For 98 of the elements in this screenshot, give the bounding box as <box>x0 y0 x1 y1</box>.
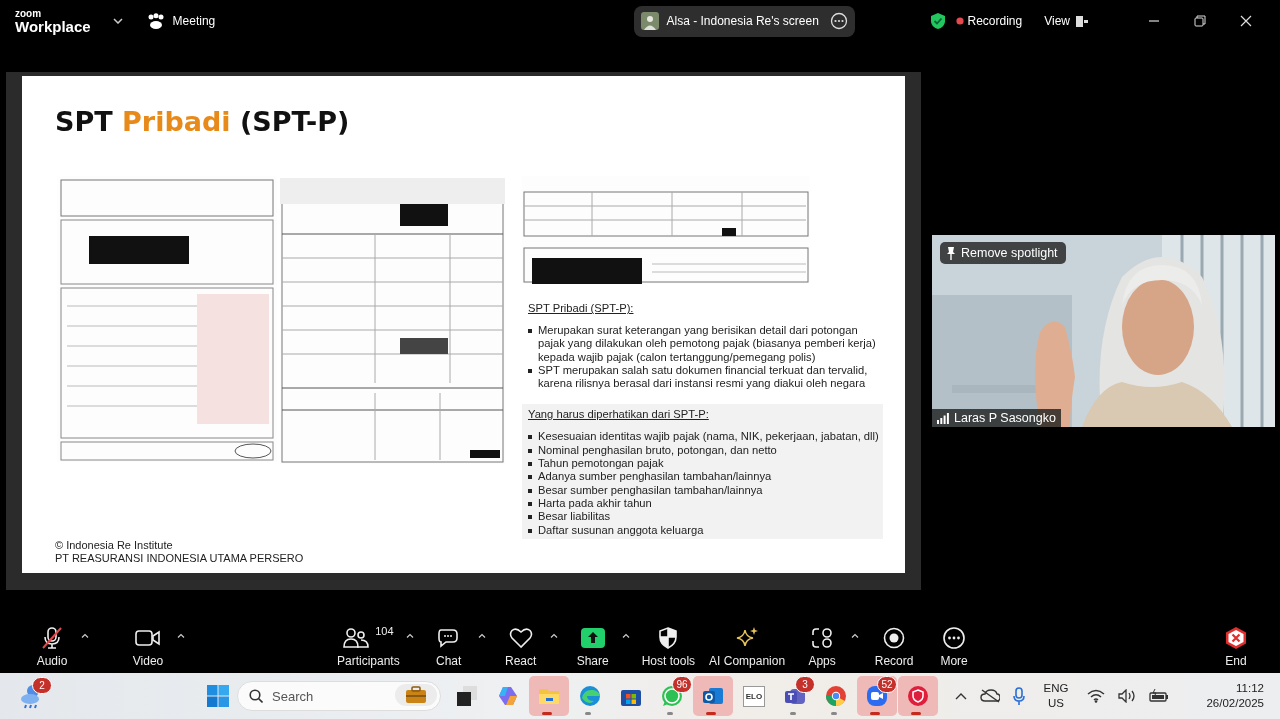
recording-dot-icon <box>955 17 964 25</box>
shield-check-icon <box>929 12 946 30</box>
more-button[interactable]: More <box>929 621 980 672</box>
video-camera-icon <box>135 629 161 647</box>
heart-icon <box>508 627 533 649</box>
bullet-text: Besar sumber penghasilan tambahan/lainnya <box>538 483 763 497</box>
task-view-icon <box>456 685 478 707</box>
start-button[interactable] <box>204 682 232 710</box>
share-screen-icon <box>580 628 605 648</box>
clock[interactable]: 11:12 26/02/2025 <box>1206 681 1264 711</box>
bullet-text: Kesesuaian identitas wajib pajak (nama, NIK, pekerjaan, jabatan, dll) <box>538 430 879 444</box>
logo-text: zoom <box>15 8 43 19</box>
caret-up-icon[interactable] <box>549 633 558 638</box>
bullet-icon <box>528 515 532 520</box>
share-title: Alsa - Indonesia Re's screen <box>666 14 820 28</box>
bullet-icon <box>528 448 532 453</box>
caret-up-icon[interactable] <box>851 633 860 638</box>
participants-button[interactable]: 104 Participants <box>335 621 402 672</box>
share-button[interactable]: Share <box>567 621 618 672</box>
people-icon <box>146 13 165 29</box>
react-button[interactable]: React <box>495 621 546 672</box>
bullet-icon <box>528 329 532 333</box>
bullet-text: Nominal penghasilan bruto, potongan, dan netto <box>538 443 777 458</box>
apps-icon <box>811 627 834 649</box>
notification-badge: 52 <box>877 676 897 693</box>
bullet-text: Daftar susunan anggota keluarga <box>538 523 704 537</box>
microphone-icon[interactable] <box>1012 687 1025 705</box>
copilot-icon <box>497 685 519 707</box>
bullet-text: Tahun pemotongan pajak <box>538 457 664 471</box>
restore-icon[interactable] <box>1194 15 1206 27</box>
taskbar-app[interactable]: 52 <box>857 676 897 716</box>
meeting-menu[interactable]: Meeting <box>146 13 216 29</box>
weather-widget[interactable]: 2 <box>14 677 52 715</box>
shield-app-icon <box>907 685 929 707</box>
windows-logo-icon <box>207 685 229 707</box>
footer-text: PT REASURANSI INDONESIA UTAMA PERSERO <box>55 552 305 566</box>
speaker-icon[interactable] <box>1118 689 1137 703</box>
bullet-icon <box>528 488 532 493</box>
slide-title: SPT Pribadi (SPT-P) <box>55 105 351 139</box>
remove-spotlight-button[interactable]: Remove spotlight <box>940 242 1066 264</box>
app-name: Workplace <box>15 18 91 34</box>
bullet-icon <box>528 475 532 480</box>
bullet-text: Besar liabilitas <box>538 510 611 524</box>
video-button[interactable]: Video <box>123 621 173 672</box>
notification-badge: 96 <box>672 676 692 693</box>
people-icon <box>343 627 370 649</box>
bullet-icon <box>528 368 532 373</box>
chat-button[interactable]: Chat <box>423 621 474 672</box>
end-button[interactable]: End <box>1211 621 1261 672</box>
caret-up-icon[interactable] <box>177 633 185 638</box>
taskbar-app[interactable]: ELO <box>734 676 774 716</box>
pin-icon <box>946 246 956 260</box>
taskbar-app[interactable]: 96 <box>652 676 692 716</box>
taskbar-app[interactable]: 3 <box>775 676 815 716</box>
audio-button[interactable]: Audio <box>27 621 77 672</box>
screen-share-pill[interactable]: Alsa - Indonesia Re's screen <box>633 5 855 37</box>
wifi-icon[interactable] <box>1087 689 1106 703</box>
caret-up-icon[interactable] <box>81 633 89 638</box>
footer-text: © Indonesia Re Institute <box>55 538 174 553</box>
shield-icon <box>658 627 679 649</box>
language-indicator[interactable]: ENG US <box>1043 681 1069 711</box>
signal-icon <box>937 412 949 424</box>
caret-up-icon[interactable] <box>621 633 630 638</box>
section-heading: SPT Pribadi (SPT-P): <box>528 302 635 314</box>
more-icon[interactable] <box>829 12 848 30</box>
edge-browser-icon <box>579 685 601 707</box>
ai-button[interactable]: AI Companion <box>707 621 788 672</box>
chat-bubble-icon <box>436 627 461 649</box>
bullet-icon <box>528 528 532 533</box>
mail-app-icon <box>702 685 724 707</box>
chrome-browser-icon <box>825 685 847 707</box>
bullet-text: Adanya sumber penghasilan tambahan/lainnya <box>538 470 772 484</box>
record-icon <box>883 627 906 649</box>
caret-up-icon[interactable] <box>477 633 486 638</box>
bullet-icon <box>528 435 532 440</box>
bullet-text: Merupakan surat keterangan yang berisikan detail dari potongan pajak yang dilakukan oleh pemotong pajak (biasanya pemberi kerja) kepada wajib pajak (calon tertanggung/pemegang polis) <box>538 324 877 364</box>
close-icon[interactable] <box>1240 15 1252 27</box>
bullet-icon <box>528 462 532 467</box>
view-layout-icon <box>1076 15 1088 27</box>
chevron-up-icon[interactable] <box>954 692 967 700</box>
view-button[interactable]: View <box>1044 14 1088 28</box>
bullet-text: Harta pada akhir tahun <box>538 496 652 511</box>
caret-up-icon[interactable] <box>405 633 414 638</box>
notification-badge: 3 <box>795 676 815 693</box>
briefcase-icon <box>405 686 427 704</box>
more-icon <box>943 627 966 649</box>
participant-name: Laras P Sasongko <box>954 411 1056 425</box>
apps-button[interactable]: Apps <box>797 621 848 672</box>
chevron-down-icon[interactable] <box>112 18 123 24</box>
close-icon <box>1224 626 1248 650</box>
record-button[interactable]: Record <box>869 621 920 672</box>
battery-icon[interactable] <box>1149 689 1170 703</box>
section-heading: Yang harus diperhatikan dari SPT-P: <box>528 408 710 421</box>
recording-label[interactable]: Recording <box>967 14 1023 28</box>
bullet-text: SPT merupakan salah satu dokumen financial terkuat dan tervalid, karena rilisnya berasal dari instansi resmi yang diakui oleh negara <box>538 363 869 391</box>
bullet-icon <box>528 501 532 506</box>
host-button[interactable]: Host tools <box>639 621 698 672</box>
cloud-off-icon[interactable] <box>979 689 1000 703</box>
